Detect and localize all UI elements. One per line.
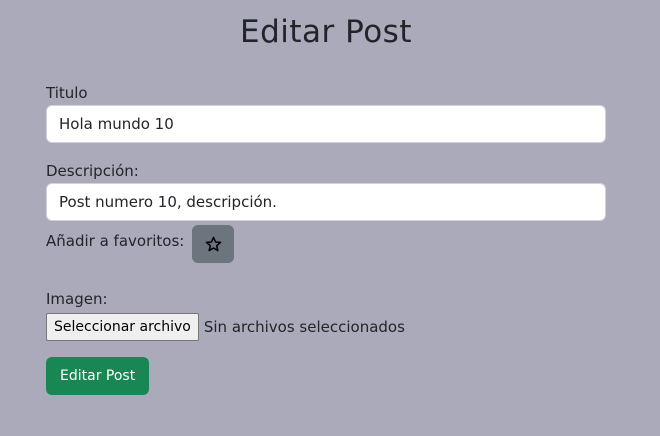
favorite-row: Añadir a favoritos: — [46, 225, 235, 263]
star-outline-icon — [205, 236, 222, 251]
description-input[interactable] — [46, 183, 606, 221]
description-label: Descripción: — [46, 162, 139, 180]
edit-post-button[interactable]: Editar Post — [46, 357, 150, 395]
favorite-button[interactable] — [192, 225, 235, 263]
file-status-text: Sin archivos seleccionados — [203, 318, 405, 336]
title-label: Titulo — [46, 84, 88, 102]
file-picker: Seleccionar archivo Sin archivos selecci… — [46, 313, 405, 341]
choose-file-button[interactable]: Seleccionar archivo — [46, 313, 199, 341]
favorite-label: Añadir a favoritos: — [46, 232, 185, 250]
page-title: Editar Post — [240, 14, 412, 50]
image-label: Imagen: — [46, 290, 108, 308]
title-input[interactable] — [46, 105, 606, 143]
